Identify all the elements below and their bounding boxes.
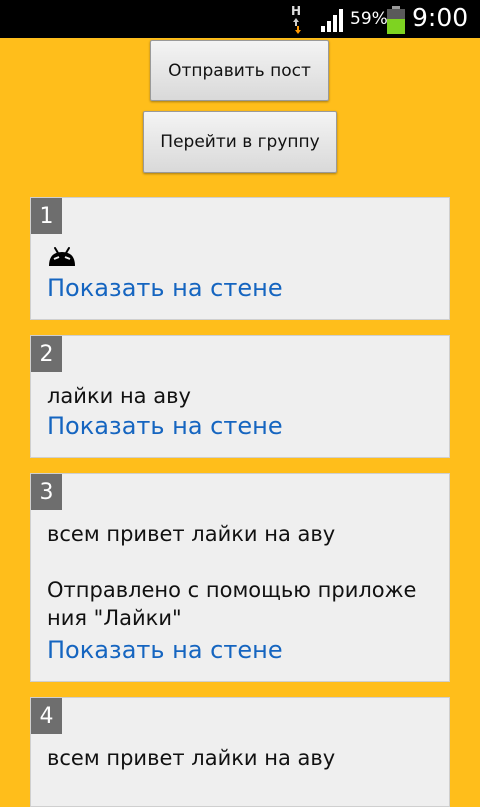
post-number-badge: 4 — [31, 698, 62, 734]
show-on-wall-link[interactable]: Показать на стене — [47, 274, 283, 302]
send-post-button[interactable]: Отправить пост — [150, 40, 329, 101]
post-text: всем привет лайки на аву — [47, 746, 336, 770]
go-to-group-button[interactable]: Перейти в группу — [143, 111, 337, 173]
post-number-badge: 1 — [31, 198, 62, 234]
status-bar: H 59% 9:00 — [0, 0, 480, 38]
post-card: 2 лайки на аву Показать на стене — [30, 335, 450, 458]
network-type-icon: H — [290, 4, 304, 34]
battery-percent: 59% — [350, 9, 388, 29]
android-icon — [47, 246, 77, 268]
post-card: 4 всем привет лайки на аву — [30, 697, 450, 807]
show-on-wall-link[interactable]: Показать на стене — [47, 636, 283, 664]
post-text: лайки на аву — [47, 384, 191, 408]
signal-icon — [320, 8, 346, 32]
show-on-wall-link[interactable]: Показать на стене — [47, 412, 283, 440]
post-text: всем привет лайки на аву Отправлено с по… — [47, 522, 417, 630]
battery-icon — [386, 6, 406, 34]
post-card: 1 Показать на стене — [30, 197, 450, 320]
post-number-badge: 2 — [31, 336, 62, 372]
post-card: 3 всем привет лайки на аву Отправлено с … — [30, 473, 450, 682]
post-number-badge: 3 — [31, 474, 62, 510]
clock: 9:00 — [412, 3, 469, 32]
